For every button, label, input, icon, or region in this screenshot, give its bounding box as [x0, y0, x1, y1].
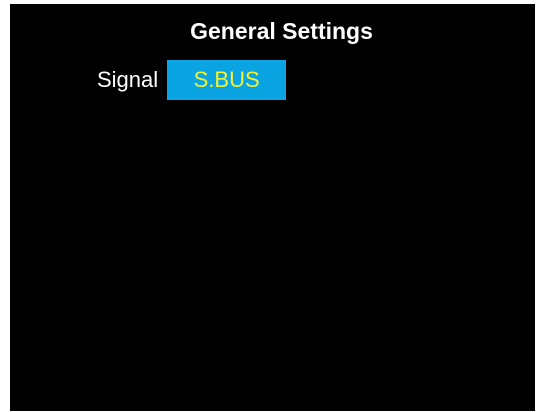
signal-value-selector[interactable]: S.BUS [167, 60, 287, 100]
signal-setting-row: Signal S.BUS [97, 60, 287, 100]
signal-label: Signal [97, 67, 159, 92]
page-title: General Settings [190, 18, 373, 44]
settings-screen: General Settings Signal S.BUS [10, 4, 535, 411]
